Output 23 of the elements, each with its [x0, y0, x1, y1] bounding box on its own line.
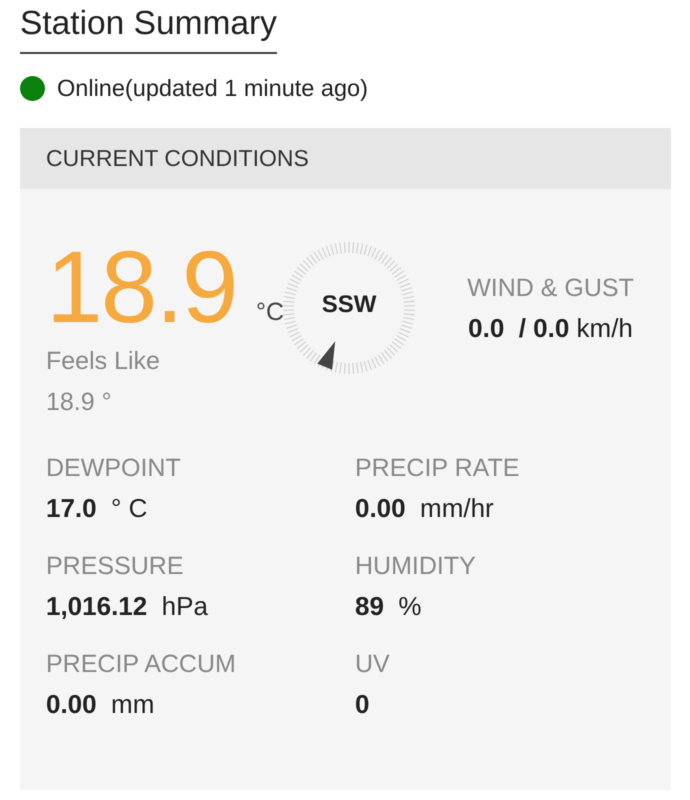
metric-label: UV — [355, 649, 390, 679]
triangle-pointer-icon — [317, 341, 336, 370]
temperature-value: 18.9 — [46, 236, 237, 338]
metric-label: PRESSURE — [46, 551, 184, 581]
metric-label: HUMIDITY — [355, 551, 476, 581]
wind-label: WIND & GUST — [467, 273, 634, 303]
metric-value: 0.00 mm — [46, 689, 154, 719]
metric-value: 0.00 mm/hr — [355, 493, 494, 523]
metric-label: DEWPOINT — [46, 453, 181, 483]
wind-direction: SSW — [322, 291, 376, 319]
metric-label: PRECIP ACCUM — [46, 649, 236, 679]
status-text: Online(updated 1 minute ago) — [57, 74, 368, 102]
feels-like-value: 18.9 ° — [46, 387, 112, 417]
metric-value: 17.0 ° C — [46, 493, 148, 523]
metric-value: 0 — [355, 689, 370, 719]
card-header: CURRENT CONDITIONS — [20, 128, 671, 189]
wind-reading: 0.0 / 0.0 km/h — [468, 313, 633, 343]
feels-like-label: Feels Like — [46, 346, 160, 376]
metric-value: 1,016.12 hPa — [46, 591, 208, 621]
metric-label: PRECIP RATE — [355, 453, 520, 483]
page-title: Station Summary — [20, 5, 277, 43]
metric-value: 89 % — [355, 591, 422, 621]
temperature-unit: °C — [256, 297, 284, 327]
